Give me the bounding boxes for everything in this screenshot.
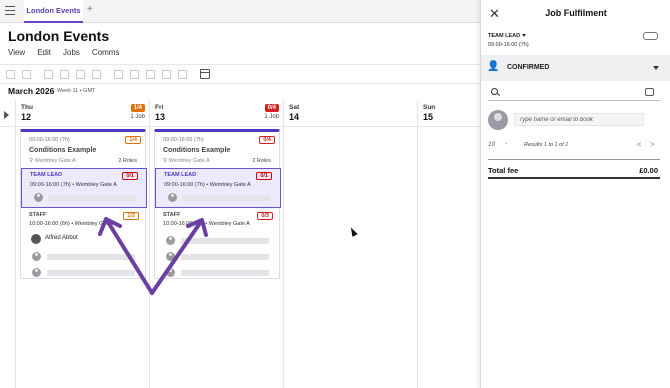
divider [488, 177, 660, 179]
job-fulfilment-panel: ✕ Job Fulfilment TEAM LEAD 09:00-16:00 (… [480, 0, 670, 388]
divider [488, 159, 660, 160]
chevron-down-icon: ⌄ [504, 140, 509, 146]
total-fee-value: £0.00 [639, 166, 658, 175]
annotation-arrow-left [106, 220, 154, 295]
next-page-icon[interactable]: > [650, 140, 655, 149]
chevron-down-icon [522, 34, 527, 38]
message-icon[interactable] [645, 88, 654, 96]
per-page-select[interactable]: 10 [488, 141, 495, 148]
role-selector-label: TEAM LEAD [488, 33, 521, 39]
user-check-icon: 👤 [487, 61, 500, 72]
chat-bubble-icon[interactable] [643, 32, 658, 40]
annotation-arrow-right [150, 221, 202, 295]
previous-page-icon[interactable]: < [637, 140, 642, 149]
status-label: CONFIRMED [507, 64, 550, 71]
search-underline [488, 100, 660, 101]
total-fee-label: Total fee [488, 166, 519, 175]
role-selector[interactable]: TEAM LEAD [488, 33, 527, 39]
role-time: 09:00-16:00 (7h) [488, 42, 529, 48]
search-icon[interactable] [491, 88, 498, 95]
chevron-down-icon [653, 66, 659, 70]
results-count: Results 1 to 1 of 1 [524, 142, 569, 148]
status-dropdown[interactable]: 👤 CONFIRMED [481, 55, 670, 81]
book-person-input[interactable] [514, 113, 644, 126]
panel-title: Job Fulfilment [545, 8, 607, 18]
avatar [488, 110, 508, 130]
annotation-arrows [98, 217, 208, 295]
